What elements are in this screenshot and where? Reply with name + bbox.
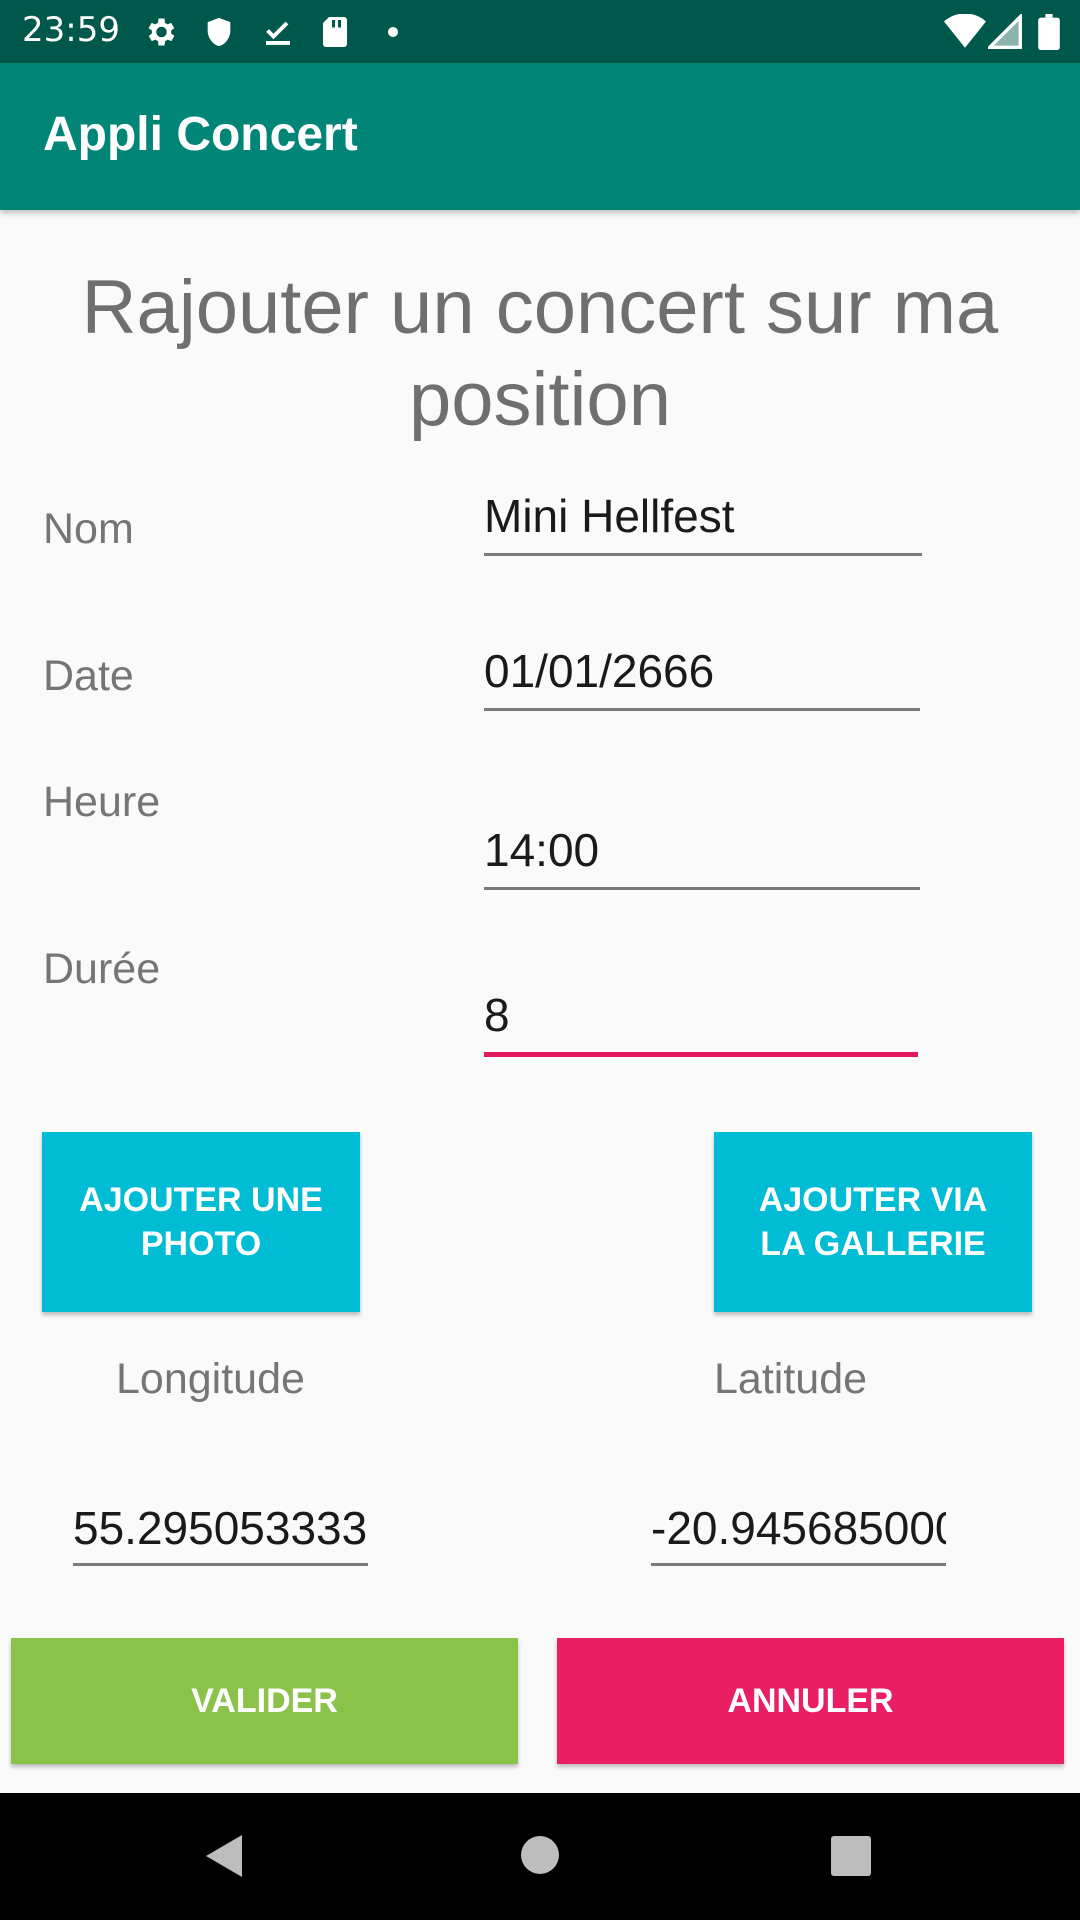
page-title: Rajouter un concert sur ma position	[81, 265, 999, 442]
duree-value: 8	[484, 989, 510, 1041]
validate-button[interactable]: VALIDER	[11, 1638, 518, 1764]
status-time: 23:59	[22, 10, 120, 50]
date-value: 01/01/2666	[484, 645, 715, 697]
battery-icon	[1038, 14, 1060, 50]
wifi-icon	[944, 14, 986, 48]
latitude-value: -20.945685000	[651, 1502, 946, 1554]
heure-field[interactable]: 14:00	[484, 824, 920, 890]
add-photo-button[interactable]: AJOUTER UNE PHOTO	[42, 1132, 360, 1312]
gear-icon	[148, 18, 175, 46]
latitude-field[interactable]: -20.945685000	[651, 1500, 946, 1566]
sd-card-icon	[323, 17, 347, 47]
cancel-button[interactable]: ANNULER	[557, 1638, 1064, 1764]
nav-bar	[0, 1793, 1080, 1920]
heure-value: 14:00	[484, 824, 600, 876]
latitude-label: Latitude	[714, 1355, 868, 1403]
longitude-label: Longitude	[116, 1355, 305, 1403]
back-icon[interactable]	[204, 1833, 244, 1879]
nom-label: Nom	[43, 505, 134, 553]
dot-icon	[388, 27, 398, 37]
duree-label: Durée	[43, 945, 161, 993]
date-label: Date	[43, 652, 134, 700]
duree-field[interactable]: 8	[484, 989, 918, 1057]
date-field[interactable]: 01/01/2666	[484, 645, 920, 711]
status-bar: 23:59	[0, 0, 1080, 63]
nom-field[interactable]: Mini Hellfest	[484, 490, 922, 556]
shield-icon	[207, 17, 231, 47]
signal-icon	[988, 14, 1022, 49]
home-icon[interactable]	[520, 1835, 560, 1875]
add-gallery-button[interactable]: AJOUTER VIA LA GALLERIE	[714, 1132, 1032, 1312]
longitude-value: 55.295053333	[73, 1502, 368, 1554]
heure-label: Heure	[43, 778, 161, 826]
app-bar: Appli Concert	[0, 63, 1080, 210]
download-done-icon	[266, 21, 290, 45]
nom-value: Mini Hellfest	[484, 490, 735, 542]
recents-icon[interactable]	[830, 1835, 872, 1877]
longitude-field[interactable]: 55.295053333	[73, 1500, 368, 1566]
app-title: Appli Concert	[43, 108, 358, 161]
